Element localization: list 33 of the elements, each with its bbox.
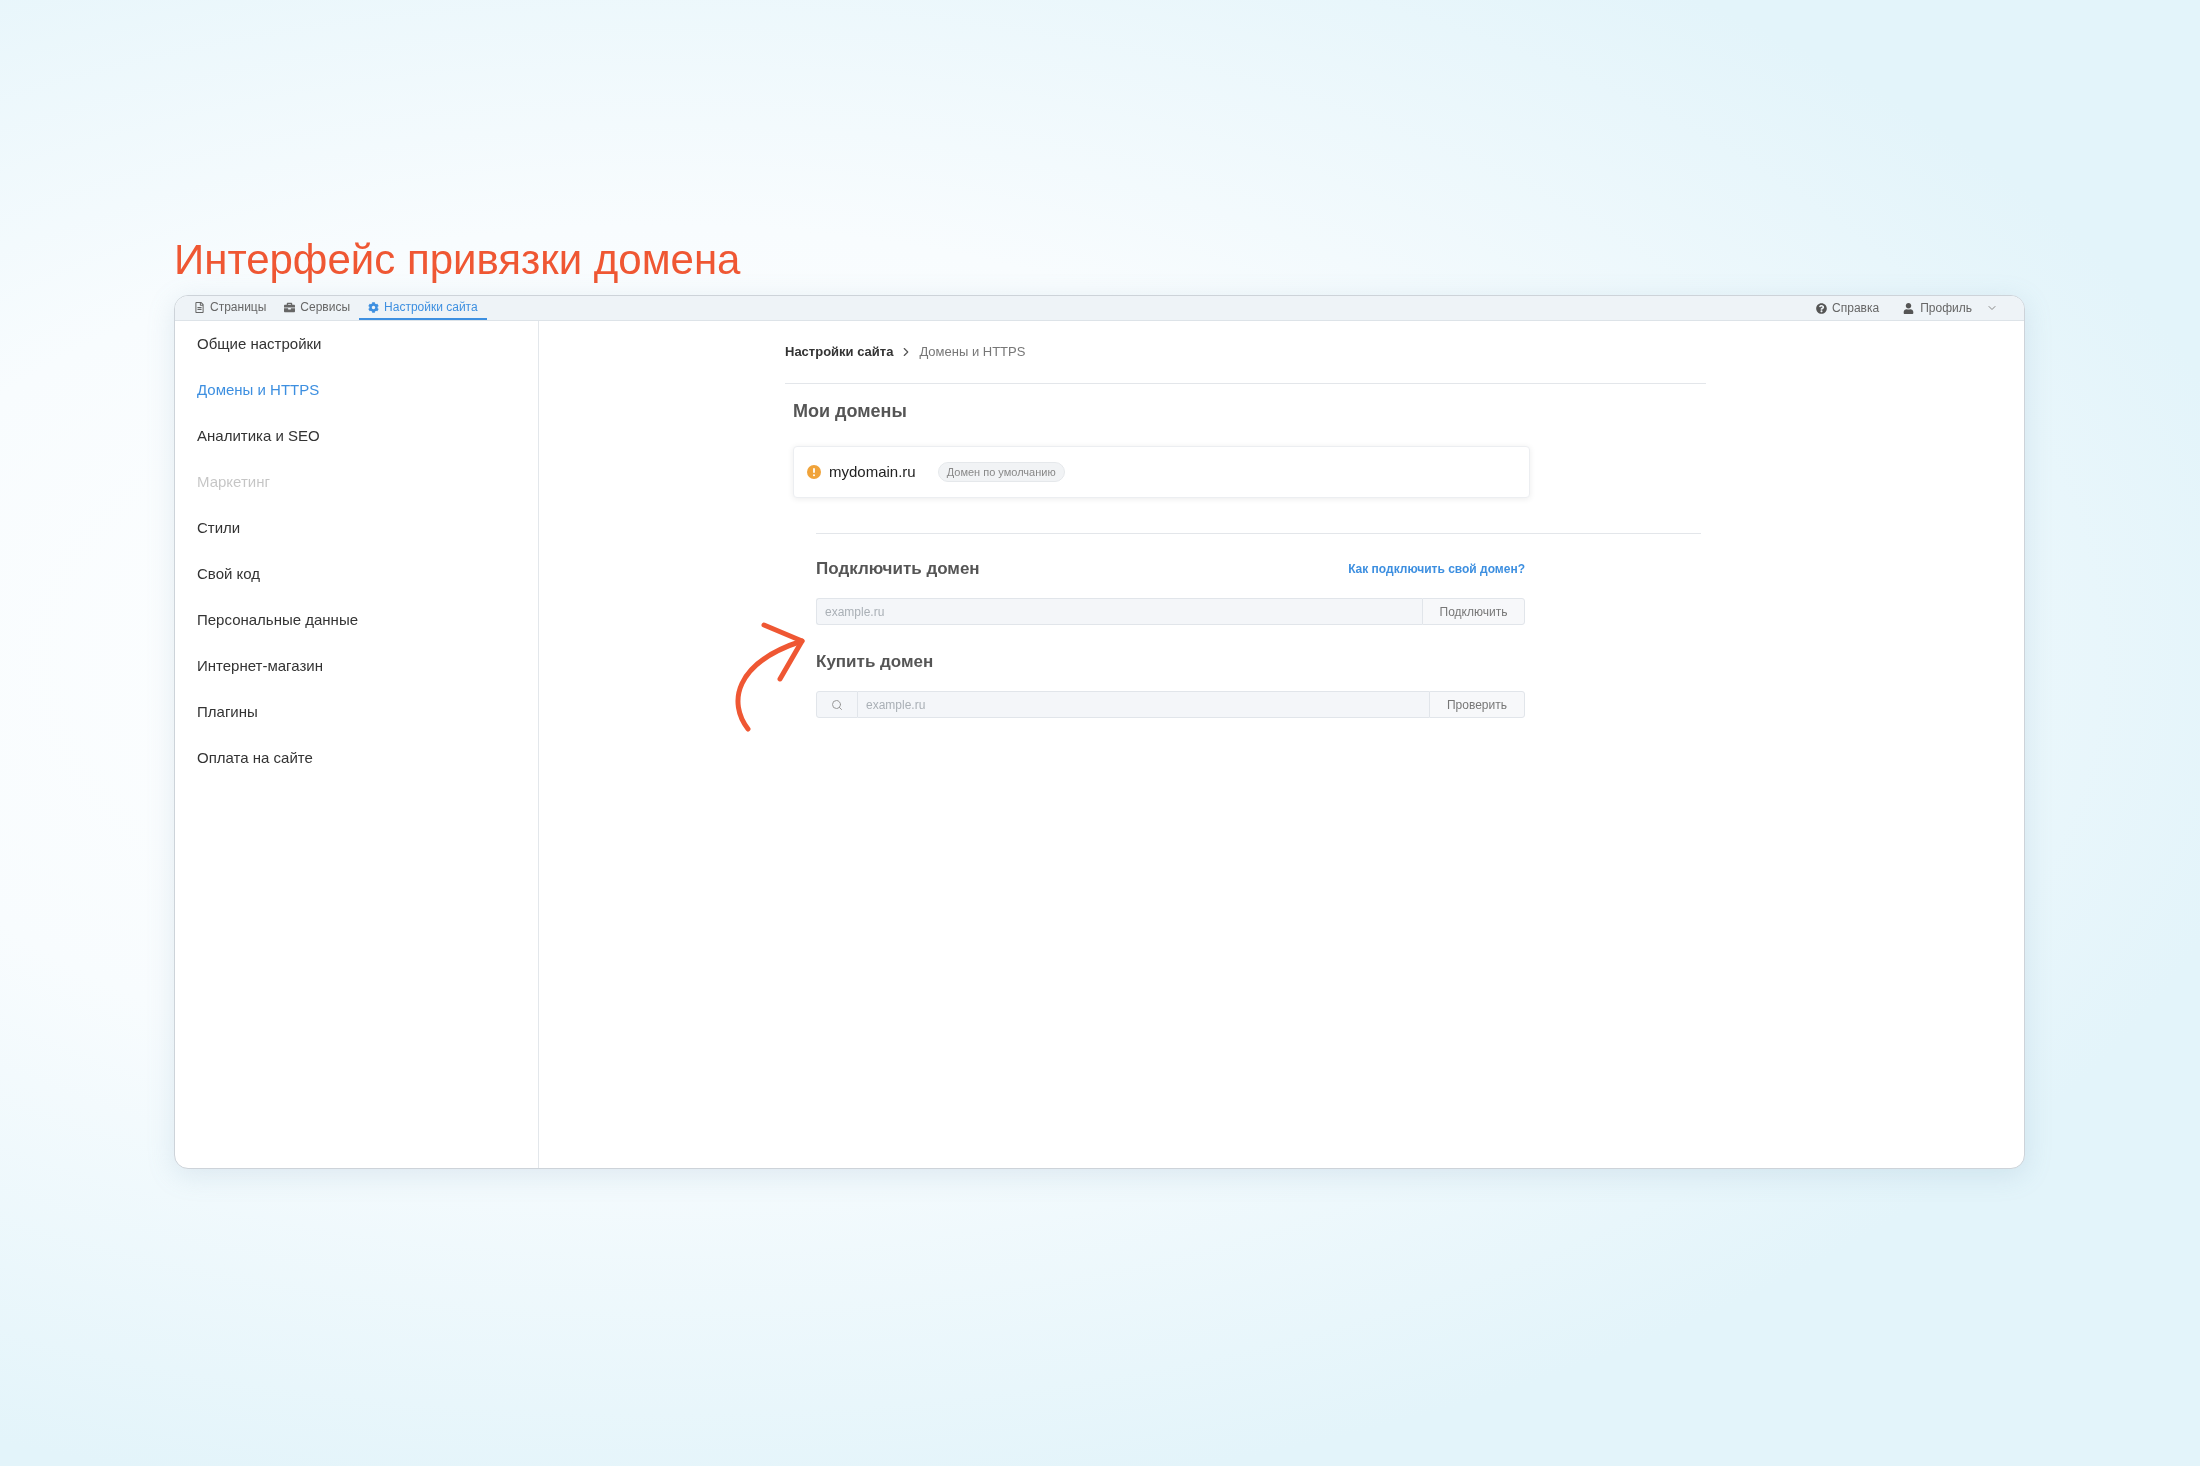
tab[interactable]: Страницы [185,296,276,320]
search-icon [816,691,858,718]
domain-search-input[interactable]: example.ru [858,691,1429,718]
connect-button[interactable]: Подключить [1422,598,1525,625]
section-title: Мои домены [793,400,907,423]
section-title: Купить домен [816,651,934,673]
tab[interactable]: Настройки сайта [359,296,487,320]
sidebar-item[interactable]: Общие настройки [175,321,332,367]
help-link[interactable]: Справка [1816,299,1880,317]
briefcase-icon [284,301,296,313]
user-icon [1903,302,1915,314]
check-button[interactable]: Проверить [1429,691,1525,718]
domain-name: mydomain.ru [829,461,916,482]
domain-input[interactable]: example.ru [816,598,1422,625]
sidebar-item[interactable]: Домены и HTTPS [175,367,330,413]
tab[interactable]: Сервисы [275,296,360,320]
sidebar-item[interactable]: Персональные данные [175,597,369,643]
sidebar-item[interactable]: Интернет-магазин [175,643,333,689]
page-heading: Интерфейс привязки домена [174,236,741,284]
gear-icon [368,301,380,313]
sidebar-item[interactable]: Плагины [175,689,268,735]
help-icon [1816,302,1828,314]
profile-menu[interactable]: Профиль [1903,299,1998,317]
sidebar-item[interactable]: Свой код [175,551,271,597]
sidebar-item[interactable]: Оплата на сайте [175,735,323,781]
breadcrumb-current: Домены и HTTPS [919,343,1026,362]
help-link[interactable]: Как подключить свой домен? [1348,560,1525,578]
section-title: Подключить домен [816,558,980,581]
sidebar-item[interactable]: Аналитика и SEO [175,413,330,459]
breadcrumb-link[interactable]: Настройки сайта [785,342,894,362]
document-icon [194,301,205,313]
default-badge: Домен по умолчанию [937,462,1065,482]
sidebar-item[interactable]: Стили [175,505,251,551]
